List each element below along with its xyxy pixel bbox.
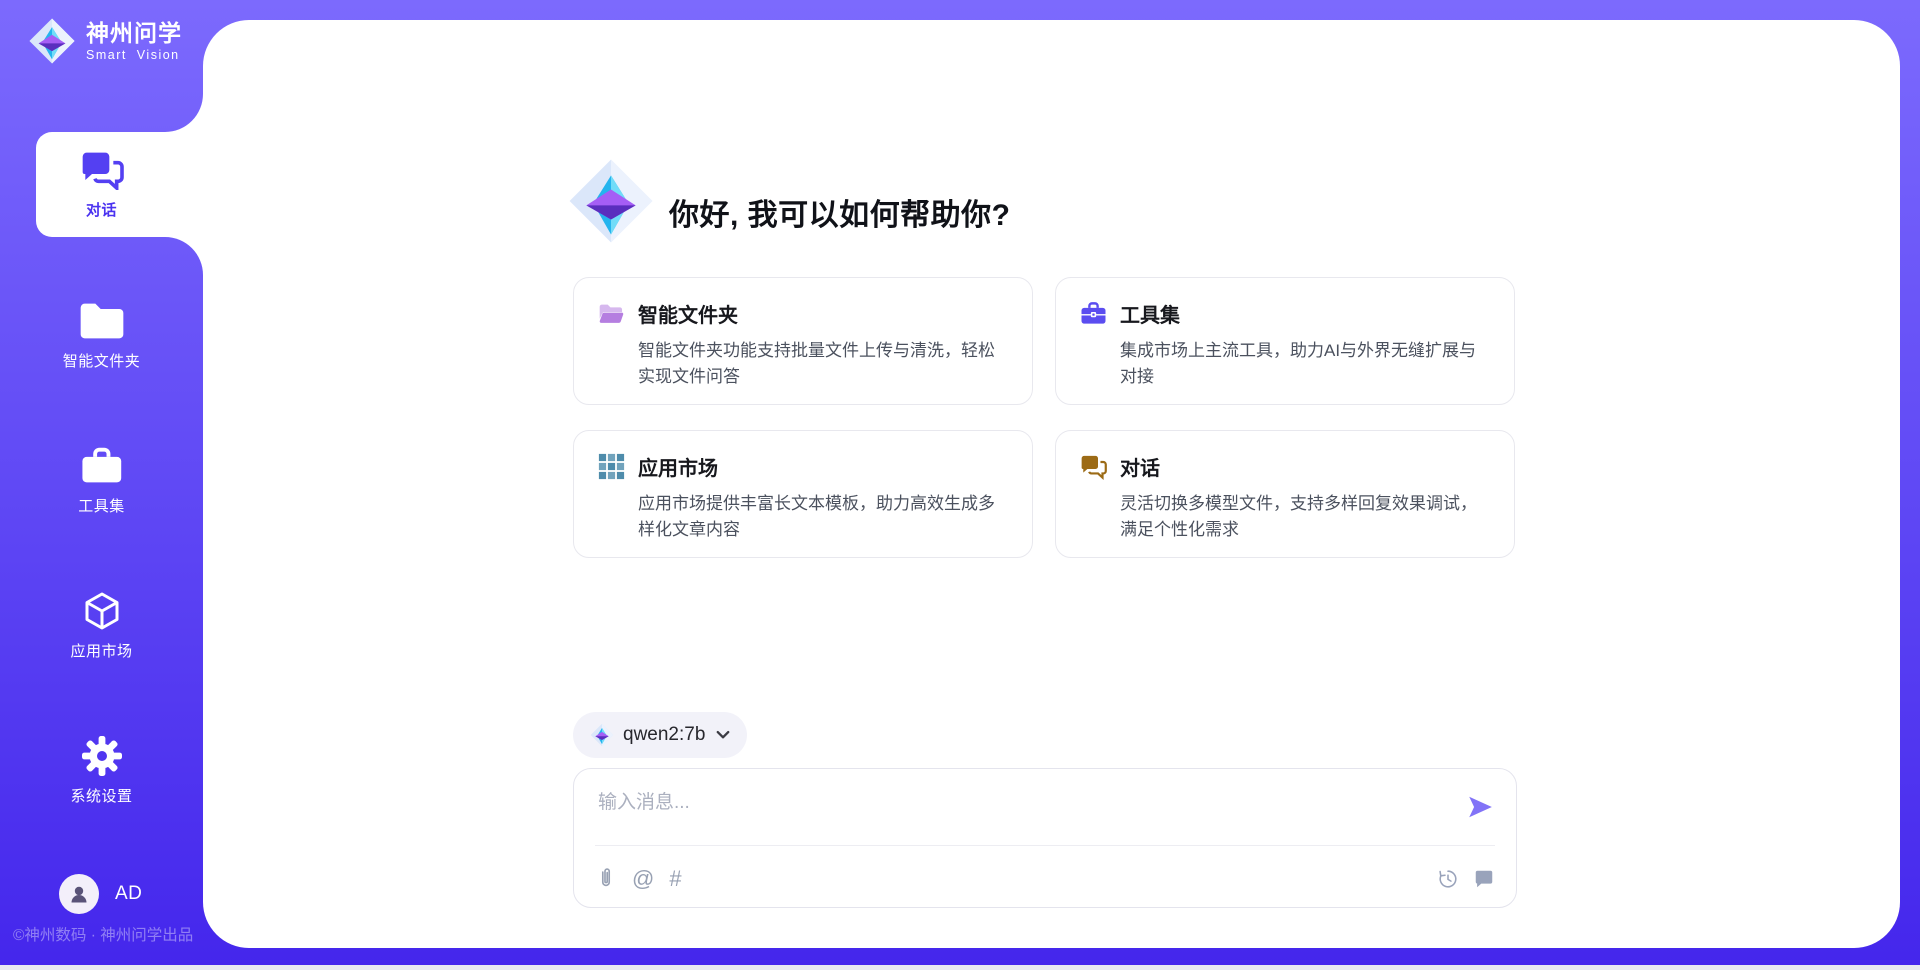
card-description: 智能文件夹功能支持批量文件上传与清洗，轻松实现文件问答 — [638, 338, 1008, 389]
main-content: 你好, 我可以如何帮助你? 智能文件夹 智能文件夹功能支持批量文件上传与清洗，轻… — [203, 20, 1900, 948]
send-icon — [1466, 793, 1496, 821]
avatar — [59, 874, 99, 914]
paperclip-icon — [595, 868, 617, 890]
window-bottom-strip — [0, 965, 1920, 970]
at-icon: @ — [632, 868, 654, 890]
brand: 神州问学 Smart Vision — [28, 17, 182, 65]
feature-card-app-market[interactable]: 应用市场 应用市场提供丰富长文本模板，助力高效生成多样化文章内容 — [573, 430, 1033, 558]
tab-fillet-top — [165, 94, 203, 132]
toolbox-icon — [80, 446, 124, 486]
sidebar-item-chat[interactable]: 对话 — [0, 132, 203, 237]
hash-icon: # — [669, 868, 681, 890]
model-selector[interactable]: qwen2:7b — [573, 712, 747, 758]
feature-card-smart-folder[interactable]: 智能文件夹 智能文件夹功能支持批量文件上传与清洗，轻松实现文件问答 — [573, 277, 1033, 405]
user-account[interactable]: AD — [59, 874, 142, 914]
card-title: 对话 — [1120, 452, 1160, 481]
card-description: 灵活切换多模型文件，支持多样回复效果调试，满足个性化需求 — [1120, 491, 1490, 542]
attach-file-button[interactable] — [595, 868, 617, 890]
copyright-text: ©神州数码 · 神州问学出品 — [13, 923, 203, 945]
gear-icon — [82, 736, 122, 776]
feature-card-chat[interactable]: 对话 灵活切换多模型文件，支持多样回复效果调试，满足个性化需求 — [1055, 430, 1515, 558]
sidebar-item-toolset[interactable]: 工具集 — [0, 433, 203, 528]
history-icon — [1437, 868, 1459, 890]
feature-cards: 智能文件夹 智能文件夹功能支持批量文件上传与清洗，轻松实现文件问答 工具集 集成… — [573, 277, 1517, 558]
composer-tools-right — [1437, 868, 1495, 890]
greeting-text: 你好, 我可以如何帮助你? — [669, 190, 1011, 234]
assistant-diamond-logo-icon — [567, 157, 655, 245]
card-title: 工具集 — [1120, 299, 1180, 328]
comment-icon — [1473, 868, 1495, 890]
brand-title: 神州问学 — [86, 20, 182, 46]
message-composer: @ # — [573, 768, 1517, 908]
card-title: 应用市场 — [638, 452, 718, 481]
history-button[interactable] — [1437, 868, 1459, 890]
mention-button[interactable]: @ — [632, 868, 654, 890]
brand-subtitle: Smart Vision — [86, 48, 182, 62]
send-button[interactable] — [1466, 792, 1496, 822]
card-description: 应用市场提供丰富长文本模板，助力高效生成多样化文章内容 — [638, 491, 1008, 542]
folder-icon — [78, 301, 126, 341]
tab-fillet-bottom — [165, 237, 203, 275]
composer-toolbar: @ # — [595, 859, 1495, 899]
briefcase-icon — [1080, 300, 1107, 327]
model-diamond-logo-icon — [590, 723, 614, 747]
card-description: 集成市场上主流工具，助力AI与外界无缝扩展与对接 — [1120, 338, 1490, 389]
new-chat-button[interactable] — [1473, 868, 1495, 890]
cube-icon — [84, 591, 120, 631]
folder-open-icon — [598, 300, 625, 327]
message-input[interactable] — [596, 785, 1420, 841]
grid-cube-icon — [598, 453, 625, 480]
active-tab-background — [36, 132, 214, 237]
sidebar: 神州问学 Smart Vision 对话 智能文件夹 工具集 应用市场 系统设置… — [0, 0, 203, 970]
chat-bubbles-icon — [80, 150, 124, 190]
chevron-down-icon — [716, 730, 730, 740]
sidebar-item-app-market[interactable]: 应用市场 — [0, 578, 203, 673]
chat-bubbles-icon — [1080, 453, 1107, 480]
model-name: qwen2:7b — [623, 724, 705, 746]
sidebar-item-settings[interactable]: 系统设置 — [0, 723, 203, 818]
card-title: 智能文件夹 — [638, 299, 738, 328]
hashtag-button[interactable]: # — [669, 868, 681, 890]
feature-card-toolset[interactable]: 工具集 集成市场上主流工具，助力AI与外界无缝扩展与对接 — [1055, 277, 1515, 405]
composer-divider — [595, 845, 1495, 846]
composer-tools-left: @ # — [595, 868, 682, 890]
brand-diamond-logo-icon — [28, 17, 76, 65]
sidebar-item-smart-folder[interactable]: 智能文件夹 — [0, 288, 203, 383]
person-icon — [67, 882, 91, 906]
user-initials: AD — [115, 883, 142, 905]
